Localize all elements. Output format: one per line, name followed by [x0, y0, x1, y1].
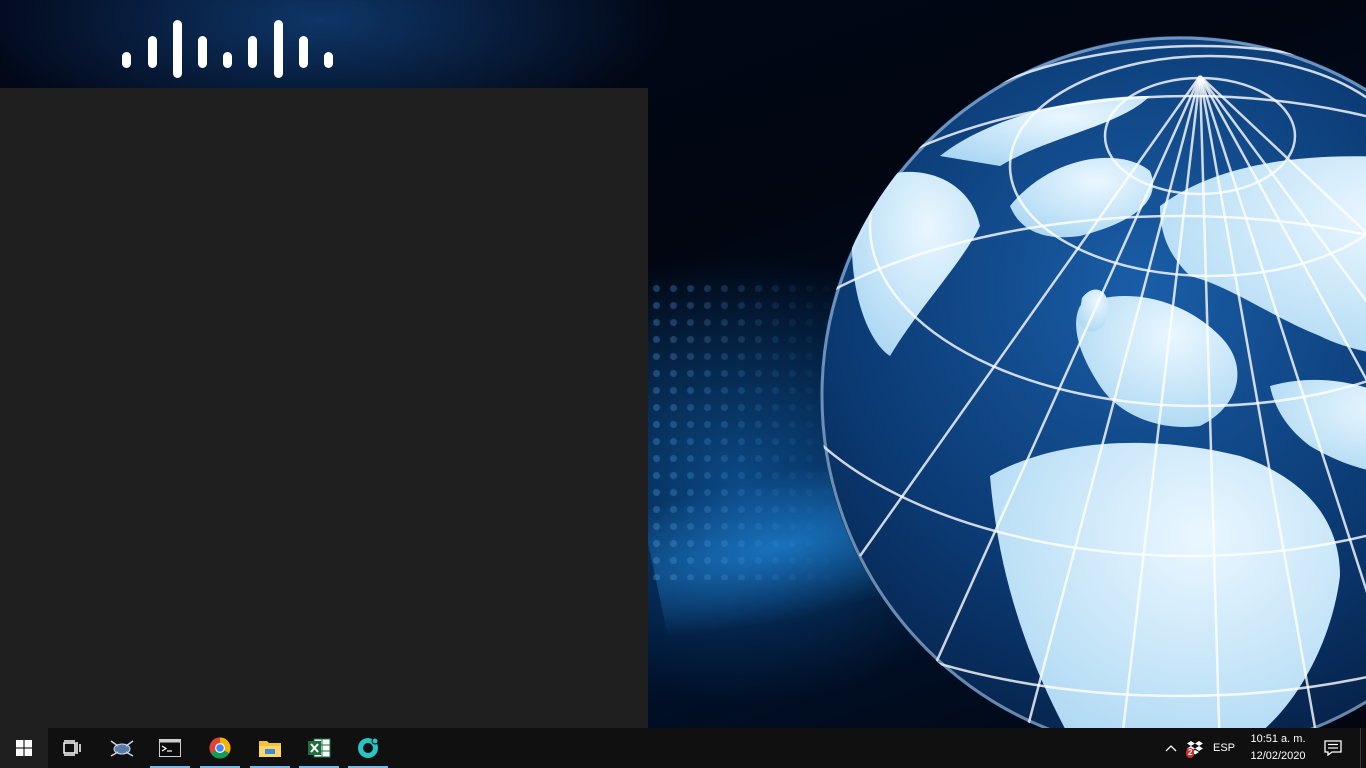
taskbar-app-teal[interactable]	[346, 728, 390, 768]
globe-graphic	[820, 36, 1366, 728]
brand-logo	[120, 18, 336, 80]
taskbar-app-command-prompt[interactable]	[148, 728, 192, 768]
command-prompt-icon	[159, 739, 181, 757]
network-app-icon	[110, 740, 134, 757]
dropbox-badge: 2	[1186, 748, 1195, 758]
file-explorer-icon	[259, 741, 281, 757]
dot-pattern	[648, 280, 848, 580]
show-desktop-button[interactable]	[1360, 728, 1366, 768]
language-indicator[interactable]: ESP	[1206, 728, 1242, 768]
teal-app-icon	[358, 737, 379, 758]
start-button[interactable]	[0, 728, 48, 768]
action-center-icon	[1324, 740, 1342, 756]
action-center-button[interactable]	[1318, 728, 1348, 768]
start-menu-panel	[0, 88, 648, 728]
excel-icon	[308, 738, 331, 758]
clock-date: 12/02/2020	[1250, 750, 1306, 762]
chrome-icon	[209, 737, 231, 759]
task-view-button[interactable]	[48, 728, 96, 768]
windows-logo-icon	[16, 740, 32, 756]
clock-time: 10:51 a. m.	[1250, 733, 1306, 745]
clock[interactable]: 10:51 a. m. 12/02/2020	[1244, 728, 1312, 768]
taskbar-app-chrome[interactable]	[198, 728, 242, 768]
taskbar: 2 ESP 10:51 a. m. 12/02/2020	[0, 728, 1366, 768]
taskbar-app-excel[interactable]	[297, 728, 341, 768]
taskbar-app-file-explorer[interactable]	[248, 728, 292, 768]
chevron-up-icon	[1165, 745, 1177, 752]
taskbar-app-network[interactable]	[98, 728, 146, 768]
task-view-icon	[63, 740, 81, 756]
show-hidden-icons-button[interactable]	[1160, 728, 1182, 768]
dropbox-tray-button[interactable]: 2	[1184, 728, 1206, 768]
